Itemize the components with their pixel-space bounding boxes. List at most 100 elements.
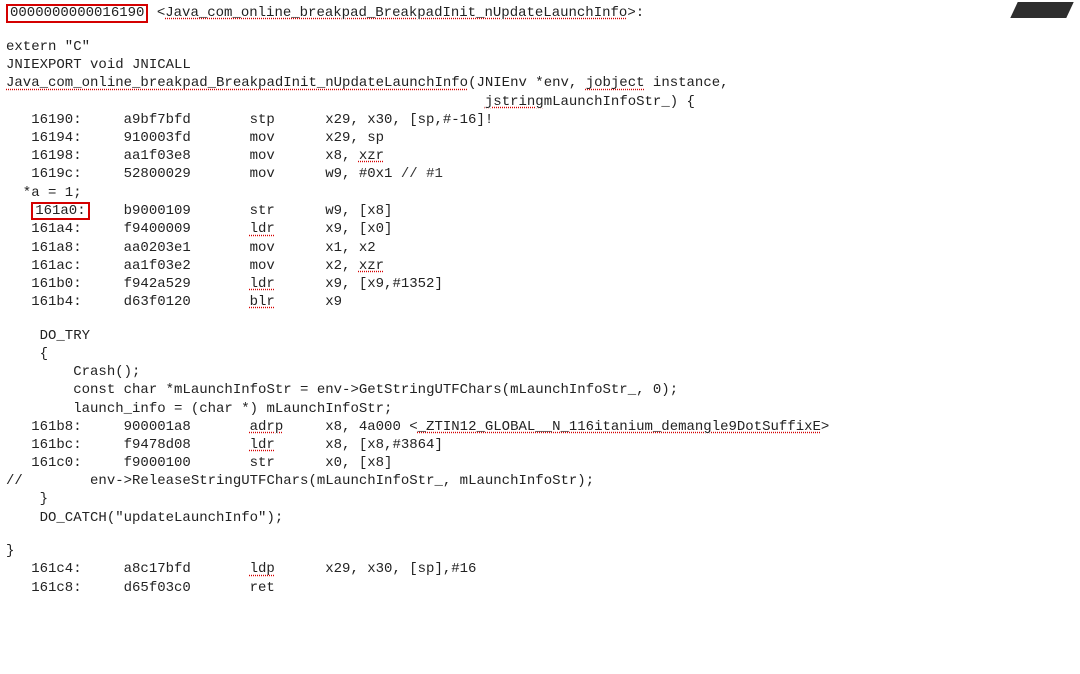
ops: x0, [x8] [325,454,392,472]
hex: f9478d08 [124,436,242,454]
asm-row: 16198: aa1f03e8 mov x8, xzr [6,147,1074,165]
src-outer-close: } [6,542,1074,560]
addr: 161c4: [31,560,115,578]
angle-open: < [148,5,165,21]
mnem: mov [250,239,317,257]
mnem: ret [250,579,317,597]
mnem: ldr [250,220,317,238]
jobject-kw: jobject [586,75,645,91]
inline-comment: // #1 [401,166,443,182]
args2-indent [6,93,485,111]
boxed-start-address: 0000000000016190 [6,4,148,23]
hex: f9000100 [124,454,242,472]
mnem: mov [250,165,317,183]
hex: d65f03c0 [124,579,242,597]
hex: b9000109 [124,202,242,220]
ops: x29, x30, [sp],#16 [325,560,476,578]
asm-row: 161c4: a8c17bfd ldp x29, x30, [sp],#16 [6,560,1074,578]
addr: 16190: [31,111,115,129]
addr: 161a4: [31,220,115,238]
mnem: ldp [250,560,317,578]
ops: x29, sp [325,129,384,147]
ops: x29, x30, [sp,#-16]! [325,111,493,129]
ops: x8, [x8,#3864] [325,436,443,454]
mnem: blr [250,293,317,311]
mnem: str [250,454,317,472]
source-assign: *a = 1; [6,184,1074,202]
args2-post: mLaunchInfoStr_) { [544,93,695,111]
addr: 16198: [31,147,115,165]
ops: w9, #0x1 [325,165,392,183]
source-jniexport: JNIEXPORT void JNICALL [6,56,1074,74]
corner-decoration [1010,2,1073,18]
src-commented-release: // env->ReleaseStringUTFChars(mLaunchInf… [6,472,1074,490]
source-fn-signature-line1: Java_com_online_breakpad_BreakpadInit_nU… [6,74,1074,92]
args1-post: instance, [645,75,729,91]
args1-pre: (JNIEnv *env, [468,75,586,91]
src-do-catch: DO_CATCH("updateLaunchInfo"); [6,509,1074,527]
addr: 161a8: [31,239,115,257]
ops: x2, xzr [325,257,384,275]
asm-row: 16190: a9bf7bfd stp x29, x30, [sp,#-16]! [6,111,1074,129]
addr: 161b8: [31,418,115,436]
mnem: ldr [250,275,317,293]
addr: 161c8: [31,579,115,597]
source-extern: extern "C" [6,38,1074,56]
hex: aa1f03e8 [124,147,242,165]
disasm-header: 0000000000016190 <Java_com_online_breakp… [6,4,1074,23]
addr: 161a0: [31,202,115,221]
angle-close: >: [627,5,644,21]
hex: 910003fd [124,129,242,147]
addr: 161bc: [31,436,115,454]
src-getstring: const char *mLaunchInfoStr = env->GetStr… [6,381,1074,399]
asm-row: 161c0: f9000100 str x0, [x8] [6,454,1074,472]
hex: a8c17bfd [124,560,242,578]
ops: w9, [x8] [325,202,392,220]
hex: 900001a8 [124,418,242,436]
ops: x9, [x9,#1352] [325,275,443,293]
hex: aa1f03e2 [124,257,242,275]
asm-row: 161ac: aa1f03e2 mov x2, xzr [6,257,1074,275]
ops: x9 [325,293,342,311]
symbol-name: Java_com_online_breakpad_BreakpadInit_nU… [165,5,627,21]
asm-row: 161a0: b9000109 str w9, [x8] [6,202,1074,221]
asm-row: 161a4: f9400009 ldr x9, [x0] [6,220,1074,238]
hex: 52800029 [124,165,242,183]
mnem: ldr [250,436,317,454]
mnem: mov [250,257,317,275]
addr: 16194: [31,129,115,147]
addr: 161c0: [31,454,115,472]
ops: x8, xzr [325,147,384,165]
addr: 161b4: [31,293,115,311]
addr: 161ac: [31,257,115,275]
source-fn-signature-line2: jstring mLaunchInfoStr_) { [6,93,1074,111]
asm-row: 16194: 910003fd mov x29, sp [6,129,1074,147]
addr: 1619c: [31,165,115,183]
mnem: mov [250,147,317,165]
mnem: str [250,202,317,220]
mnem: stp [250,111,317,129]
mnem: mov [250,129,317,147]
hex: a9bf7bfd [124,111,242,129]
src-brace: { [6,345,1074,363]
asm-row: 1619c: 52800029 mov w9, #0x1 // #1 [6,165,1074,183]
hex: d63f0120 [124,293,242,311]
addr: 161b0: [31,275,115,293]
hex: f9400009 [124,220,242,238]
asm-row: 161b8: 900001a8 adrp x8, 4a000 <_ZTIN12_… [6,418,1074,436]
src-brace-close: } [6,490,1074,508]
asm-row: 161a8: aa0203e1 mov x1, x2 [6,239,1074,257]
asm-row: 161c8: d65f03c0 ret [6,579,1074,597]
fn-name: Java_com_online_breakpad_BreakpadInit_nU… [6,75,468,91]
boxed-offset-address: 161a0: [31,202,89,221]
asm-row: 161b4: d63f0120 blr x9 [6,293,1074,311]
src-crash: Crash(); [6,363,1074,381]
asm-row: 161bc: f9478d08 ldr x8, [x8,#3864] [6,436,1074,454]
mnem: adrp [250,418,317,436]
src-do-try: DO_TRY [6,327,1074,345]
ops: x9, [x0] [325,220,392,238]
hex: f942a529 [124,275,242,293]
hex: aa0203e1 [124,239,242,257]
ops: x8, 4a000 <_ZTIN12_GLOBAL__N_116itanium_… [325,418,829,436]
src-launchinfo: launch_info = (char *) mLaunchInfoStr; [6,400,1074,418]
